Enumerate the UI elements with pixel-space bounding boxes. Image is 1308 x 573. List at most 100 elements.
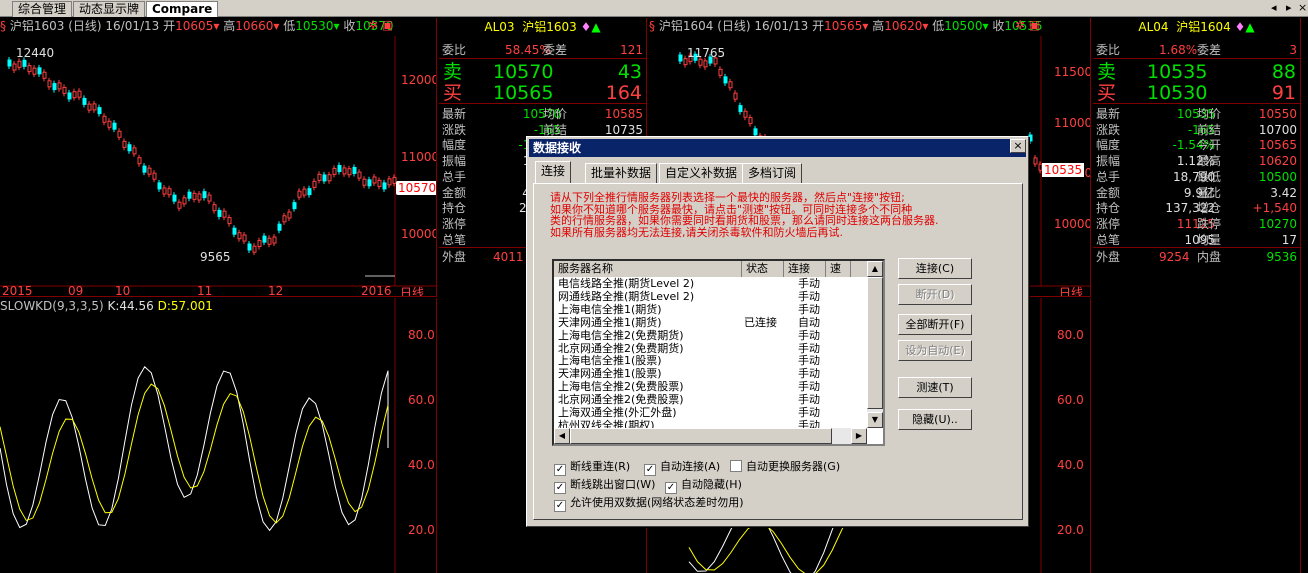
checkbox-icon[interactable]: ✓ (554, 500, 566, 512)
connect-button[interactable]: 连接(C) (898, 258, 972, 279)
value: 10620 (1258, 154, 1297, 169)
quote-row: 总笔 1095 均量 17 (1093, 232, 1300, 248)
checkbox-icon[interactable] (730, 460, 742, 472)
left-kline-panel[interactable]: § 沪铝1603 (日线) 16/01/13 开10605▾ 高10660▾ 低… (0, 18, 437, 297)
candle-body (177, 201, 182, 209)
close-icon[interactable]: × (1298, 1, 1307, 14)
set-auto-button[interactable]: 设为自动(E) (898, 340, 972, 361)
quote-row: 最新 10535 均价 10550 (1093, 106, 1300, 122)
candle-body (167, 188, 172, 196)
server-name: 天津网通全推1(期货) (558, 315, 662, 329)
candle-body (302, 188, 307, 196)
checkbox-icon[interactable]: ✓ (665, 482, 677, 494)
server-row[interactable]: 网通线路全推(期货Level 2) 手动 (554, 290, 867, 304)
scroll-right-icon[interactable]: ▸ (1286, 1, 1292, 14)
scroll-left-icon[interactable]: ◂ (1271, 1, 1277, 14)
right-high-mark: 11765 (687, 46, 726, 60)
expand-icon[interactable]: ▲ (591, 20, 600, 34)
expand-icon[interactable]: ▲ (1245, 20, 1254, 34)
label: 外盘 (1096, 250, 1121, 264)
option-checkbox[interactable]: ✓ 自动连接(A) (644, 460, 720, 476)
dialog-tab-connect[interactable]: 连接 (535, 161, 572, 183)
candle-body (37, 67, 42, 75)
candle-body (733, 92, 738, 100)
right-price-tag: 10535 (1042, 163, 1085, 177)
server-name: 上海电信全推2(免费股票) (558, 380, 684, 394)
candle-body (347, 168, 352, 176)
label: 量比 (1197, 185, 1222, 200)
scroll-left-icon[interactable]: ◀ (554, 428, 570, 444)
scroll-thumb[interactable] (867, 277, 883, 409)
candle-body (87, 103, 92, 111)
horizontal-scrollbar[interactable]: ◀ ▶ (554, 428, 867, 444)
server-name: 北京网通全推2(免费股票) (558, 393, 684, 407)
candle-body (382, 182, 387, 190)
candle-body (337, 165, 342, 173)
option-checkbox[interactable]: ✓ 断线跳出窗口(W) (554, 478, 655, 494)
scroll-up-icon[interactable]: ▲ (867, 261, 883, 277)
column-speed[interactable]: 速 (826, 261, 851, 277)
option-checkbox[interactable]: ✓ 断线重连(R) (554, 460, 630, 476)
scroll-right-icon[interactable]: ▶ (851, 428, 867, 444)
tab-comprehensive[interactable]: 综合管理 (12, 1, 73, 17)
cart-icon[interactable]: ♦ (1235, 20, 1246, 34)
y-tick: 60.0 (1057, 393, 1084, 407)
tab-compare[interactable]: Compare (146, 1, 219, 17)
server-row[interactable]: 上海电信全推1(期货) 手动 (554, 303, 867, 317)
y-tick: 10000 (1054, 217, 1091, 231)
server-name: 上海双通全推(外汇外盘) (558, 406, 677, 419)
dialog-tab-batch[interactable]: 批量补数据 (585, 163, 658, 183)
server-list[interactable]: 服务器名称 状态 连接 速 电信线路全推(期货Level 2) 手动 网通线路全推(… (552, 259, 885, 446)
data-receive-dialog[interactable]: 数据接收 × 连接 批量补数据 自定义补数据 多档订阅 请从下列全推行情服务器列… (526, 136, 1029, 527)
cart-icon[interactable]: ♦ (581, 20, 592, 34)
dialog-tab-subscribe[interactable]: 多档订阅 (742, 163, 803, 183)
dialog-tab-custom[interactable]: 自定义补数据 (659, 163, 744, 183)
column-status[interactable]: 状态 (742, 261, 784, 277)
right-header-icons[interactable]: ✲ ▣ (1015, 18, 1040, 32)
candle-body (252, 245, 257, 253)
hide-button[interactable]: 隐藏(U).. (898, 409, 972, 430)
left-indicator-panel[interactable]: SLOWKD(9,3,3,5) K:44.56 D:57.001 80.0 60… (0, 298, 437, 573)
tab-dynamic-board[interactable]: 动态显示牌 (73, 1, 146, 17)
left-period-tag[interactable]: 日线 (400, 284, 424, 296)
label: 幅度 (1096, 138, 1121, 153)
server-row[interactable]: 上海电信全推2(免费期货) 手动 (554, 329, 867, 343)
checkbox-icon[interactable]: ✓ (554, 464, 566, 476)
hscroll-thumb[interactable] (570, 428, 832, 444)
candle-body (1028, 134, 1033, 142)
value: 10565 (1258, 138, 1297, 153)
option-checkbox[interactable]: 自动更换服务器(G) (730, 460, 840, 474)
left-header-icons[interactable]: ✲ ▣ (368, 18, 393, 32)
checkbox-icon[interactable]: ✓ (554, 482, 566, 494)
label: 外盘 (442, 250, 467, 264)
x-tick: 10 (115, 284, 131, 297)
column-name[interactable]: 服务器名称 (554, 261, 742, 277)
candle-body (372, 176, 377, 184)
server-connect-mode: 手动 (798, 406, 820, 419)
speed-test-button[interactable]: 测速(T) (898, 377, 972, 398)
right-period-tag[interactable]: 日线 (1059, 284, 1083, 296)
candle-body (72, 91, 77, 99)
column-connect[interactable]: 连接 (784, 261, 826, 277)
label: 均价 (543, 107, 568, 121)
value: 121 (620, 43, 643, 57)
option-checkbox[interactable]: ✓ 自动隐藏(H) (665, 478, 742, 494)
option-checkbox[interactable]: ✓ 允许使用双数据(网络状态差时勿用) (554, 496, 744, 512)
vertical-scrollbar[interactable]: ▲ ▼ (867, 261, 883, 428)
dialog-close-button[interactable]: × (1010, 139, 1026, 153)
checkbox-icon[interactable]: ✓ (644, 464, 656, 476)
label: 总手 (1096, 169, 1121, 184)
server-connect-mode: 自动 (798, 315, 820, 329)
candle-body (322, 174, 327, 182)
y-tick: 80.0 (1057, 328, 1084, 342)
server-row[interactable]: 天津网通全推1(期货) 已连接 自动 (554, 315, 867, 330)
disconnect-button[interactable]: 断开(D) (898, 284, 972, 305)
candle-body (728, 81, 733, 89)
candle-body (117, 130, 122, 138)
label: 委差 (1197, 43, 1222, 57)
dialog-titlebar[interactable]: 数据接收 (529, 139, 1026, 157)
candle-body (357, 171, 362, 179)
candle-body (257, 240, 262, 248)
disconnect-all-button[interactable]: 全部断开(F) (898, 314, 972, 335)
scroll-down-icon[interactable]: ▼ (867, 412, 883, 428)
